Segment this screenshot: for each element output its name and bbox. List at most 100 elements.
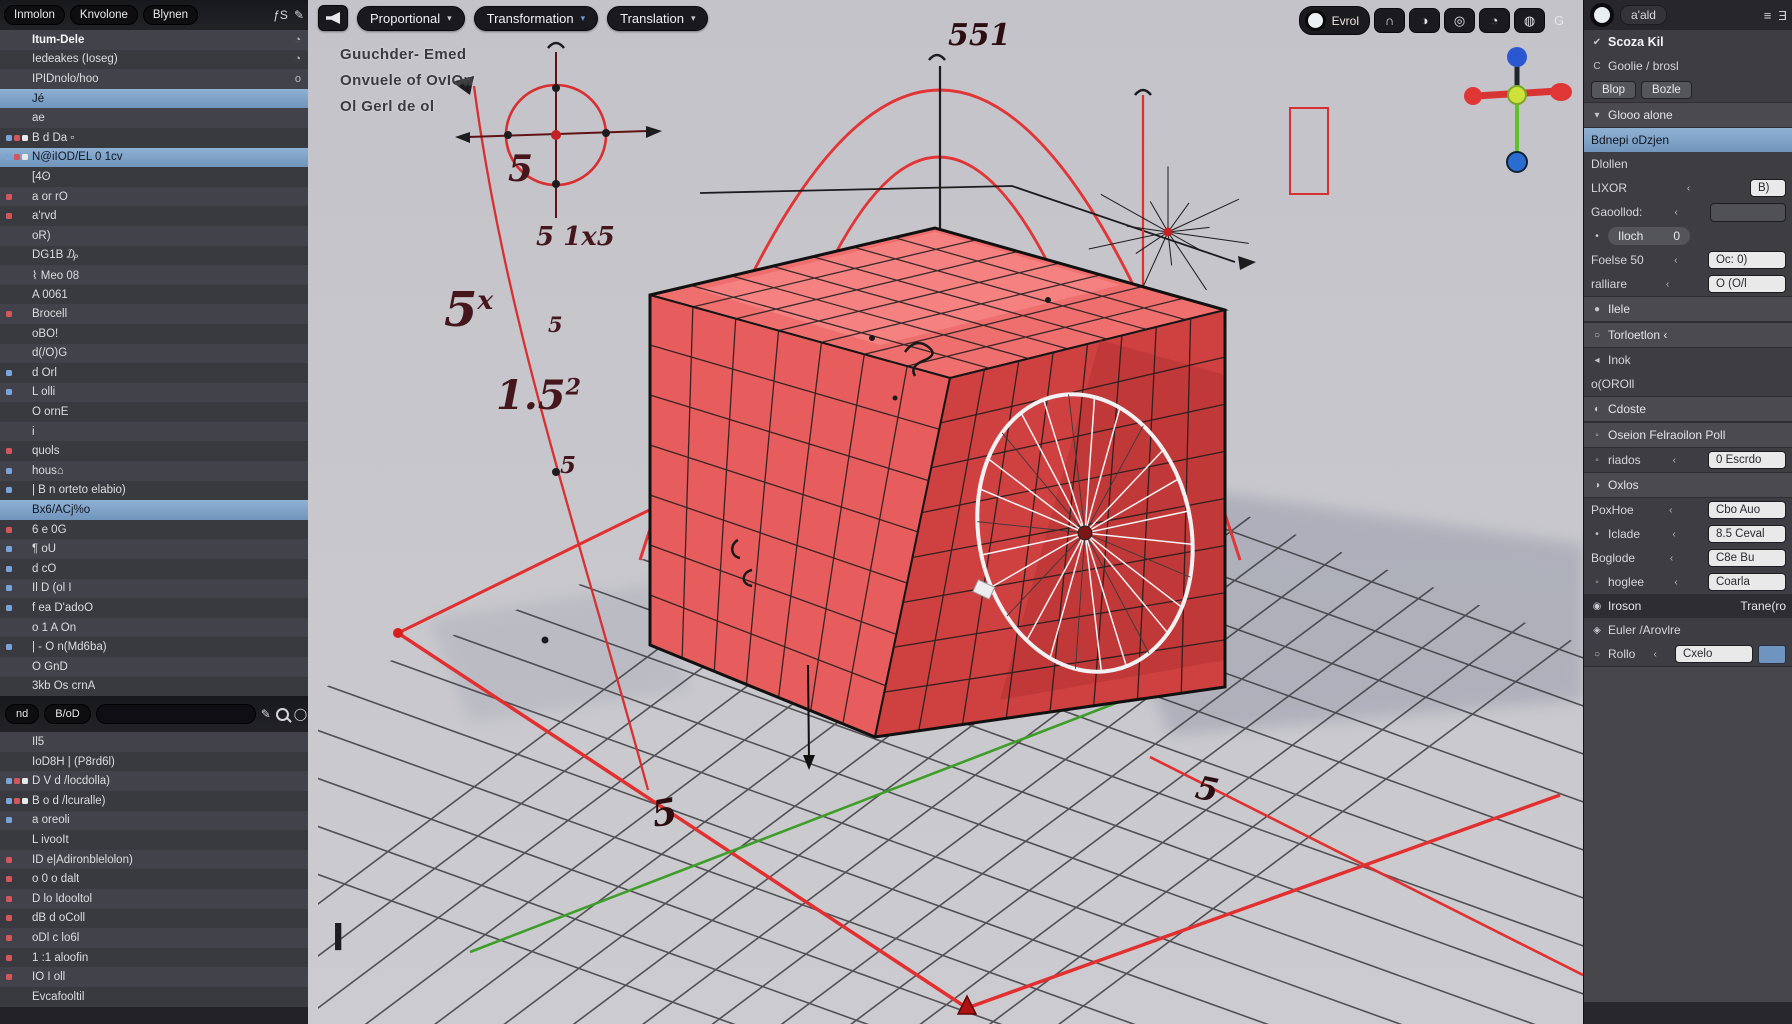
- property-row[interactable]: Boglode‹C8e Bu: [1584, 546, 1792, 570]
- list-item[interactable]: ⌇ Meo 08: [0, 265, 308, 285]
- transform-section-header[interactable]: ◉IrosonTrane(ro: [1584, 594, 1792, 618]
- list-item[interactable]: L olli: [0, 383, 308, 403]
- property-field[interactable]: Coarla: [1708, 573, 1786, 591]
- gizmo-x-axis-neg[interactable]: [1464, 87, 1482, 105]
- property-field[interactable]: O (O/l: [1708, 275, 1786, 293]
- list-item[interactable]: a'rvd: [0, 206, 308, 226]
- list-item[interactable]: oBO!: [0, 324, 308, 344]
- list-item[interactable]: N@iIOD/EL 0 1cv: [0, 148, 308, 168]
- property-row[interactable]: Gaoollod:‹: [1584, 200, 1792, 224]
- filter-icon[interactable]: ƒS: [273, 8, 288, 22]
- pen-icon[interactable]: ✎: [261, 707, 271, 721]
- property-field[interactable]: Cbo Auo: [1708, 501, 1786, 519]
- list-item[interactable]: B o d /lcuralle): [0, 791, 308, 811]
- 3d-viewport[interactable]: Proportional ▾ Transformation ▾ Translat…: [308, 0, 1583, 1024]
- section-header[interactable]: ○Torloetlon ‹: [1584, 322, 1792, 348]
- list-item[interactable]: | B n orteto elabio): [0, 481, 308, 501]
- selected-property-row[interactable]: Bdnepi oDzjen: [1584, 128, 1792, 152]
- property-field[interactable]: Cxelo: [1675, 645, 1753, 663]
- left-tab-3[interactable]: Blynen: [143, 5, 198, 25]
- list-item[interactable]: d(/O)G: [0, 344, 308, 364]
- list-item[interactable]: DG1B ₯: [0, 246, 308, 266]
- property-row[interactable]: Blop Bozle: [1584, 78, 1792, 102]
- list-item[interactable]: Bx6/ACj%o: [0, 500, 308, 520]
- property-row[interactable]: ◦hoglee‹Coarla: [1584, 570, 1792, 594]
- search-icon[interactable]: [276, 708, 289, 721]
- toggle-button[interactable]: Bozle: [1641, 81, 1692, 99]
- property-field[interactable]: 8.5 Ceval: [1708, 525, 1786, 543]
- list-item[interactable]: Brocell: [0, 304, 308, 324]
- property-row[interactable]: Dlollen: [1584, 152, 1792, 176]
- list-item[interactable]: i: [0, 422, 308, 442]
- property-row[interactable]: CGoolie / brosl: [1584, 54, 1792, 78]
- left-tab-2[interactable]: Knvolone: [70, 5, 138, 25]
- list-item[interactable]: ¶ oU: [0, 539, 308, 559]
- visibility-toggle-icon[interactable]: ◔: [294, 53, 304, 65]
- proportional-dropdown[interactable]: Proportional ▾: [357, 6, 465, 31]
- transformation-dropdown[interactable]: Transformation ▾: [474, 6, 598, 31]
- property-row[interactable]: o(OROll: [1584, 372, 1792, 396]
- ring-icon[interactable]: ◎: [1444, 8, 1475, 33]
- property-field[interactable]: [1710, 203, 1786, 222]
- section-header[interactable]: ◐Cdoste: [1584, 396, 1792, 422]
- translation-dropdown[interactable]: Translation ▾: [607, 6, 708, 31]
- list-item[interactable]: d Orl: [0, 363, 308, 383]
- list-item[interactable]: a oreoli: [0, 811, 308, 831]
- pin-icon[interactable]: Ǝ: [1778, 8, 1787, 23]
- property-row[interactable]: ralliare‹O (O/l: [1584, 272, 1792, 296]
- menu-icon[interactable]: ≡: [1764, 8, 1772, 23]
- list-item[interactable]: a or rO: [0, 187, 308, 207]
- headphone-icon[interactable]: ∩: [1374, 8, 1405, 33]
- property-row[interactable]: •Iclade‹8.5 Ceval: [1584, 522, 1792, 546]
- list-item[interactable]: 3kb Os crnA: [0, 677, 308, 697]
- list-item[interactable]: oR): [0, 226, 308, 246]
- list-item[interactable]: Iedeakes (Ioseg)◔: [0, 50, 308, 70]
- list-item[interactable]: 1 :1 aloofin: [0, 948, 308, 968]
- circle-icon[interactable]: ◯: [294, 707, 307, 721]
- pen-icon[interactable]: ✎: [294, 8, 304, 22]
- list-item[interactable]: Il5: [0, 732, 308, 752]
- search-input[interactable]: [96, 704, 256, 724]
- property-field[interactable]: C8e Bu: [1708, 549, 1786, 567]
- navigation-gizmo[interactable]: [1460, 38, 1580, 178]
- list-item[interactable]: ID e|Adironblelolon): [0, 850, 308, 870]
- visibility-toggle-icon[interactable]: ◔: [294, 34, 304, 46]
- list-item[interactable]: IoD8H | (P8rd6l): [0, 752, 308, 772]
- list-item[interactable]: o 0 o dalt: [0, 869, 308, 889]
- gizmo-center[interactable]: [1508, 86, 1526, 104]
- list-item[interactable]: L ivooIt: [0, 830, 308, 850]
- filter-tab-1[interactable]: nd: [5, 704, 39, 724]
- section-header[interactable]: ◑Oxlos: [1584, 472, 1792, 498]
- property-field[interactable]: B): [1750, 179, 1786, 197]
- list-item[interactable]: D lo ldooltol: [0, 889, 308, 909]
- section-header[interactable]: ▾Glooo alone: [1584, 102, 1792, 128]
- property-row[interactable]: Foelse 50‹Oc: 0): [1584, 248, 1792, 272]
- list-item[interactable]: O GnD: [0, 657, 308, 677]
- list-item[interactable]: f ea D'adoO: [0, 598, 308, 618]
- list-item[interactable]: [4ʘ: [0, 167, 308, 187]
- list-item[interactable]: O ornE: [0, 402, 308, 422]
- visibility-toggle-icon[interactable]: o: [295, 73, 304, 85]
- gizmo-z-axis-neg[interactable]: [1507, 152, 1527, 172]
- red-cube[interactable]: [650, 228, 1225, 737]
- section-header[interactable]: ●Ilele: [1584, 296, 1792, 322]
- list-item[interactable]: Il D (ol I: [0, 579, 308, 599]
- property-row[interactable]: ✔Scoza Kil: [1584, 30, 1792, 54]
- property-row[interactable]: ◈Euler /Arovlre: [1584, 618, 1792, 642]
- list-item[interactable]: d cO: [0, 559, 308, 579]
- 3d-viewport-canvas[interactable]: [308, 0, 1583, 1024]
- list-item[interactable]: IO I oll: [0, 967, 308, 987]
- list-item[interactable]: hous⌂: [0, 461, 308, 481]
- list-item[interactable]: Jé: [0, 89, 308, 109]
- shading-icon[interactable]: ◑: [1409, 8, 1440, 33]
- list-item[interactable]: 6 e 0G: [0, 520, 308, 540]
- section-header[interactable]: ◦Oseion Felraoilon Poll: [1584, 422, 1792, 448]
- list-item[interactable]: IPIDnolo/hooo: [0, 69, 308, 89]
- list-item[interactable]: oDl c lo6l: [0, 928, 308, 948]
- datablock-name[interactable]: a'ald: [1620, 5, 1667, 25]
- list-item[interactable]: B d Da ▫: [0, 128, 308, 148]
- toggle-button[interactable]: Blop: [1591, 81, 1636, 99]
- gizmo-z-axis[interactable]: [1507, 47, 1527, 67]
- property-row[interactable]: PoxHoe‹Cbo Auo: [1584, 498, 1792, 522]
- list-item[interactable]: Itum-Dele◔: [0, 30, 308, 50]
